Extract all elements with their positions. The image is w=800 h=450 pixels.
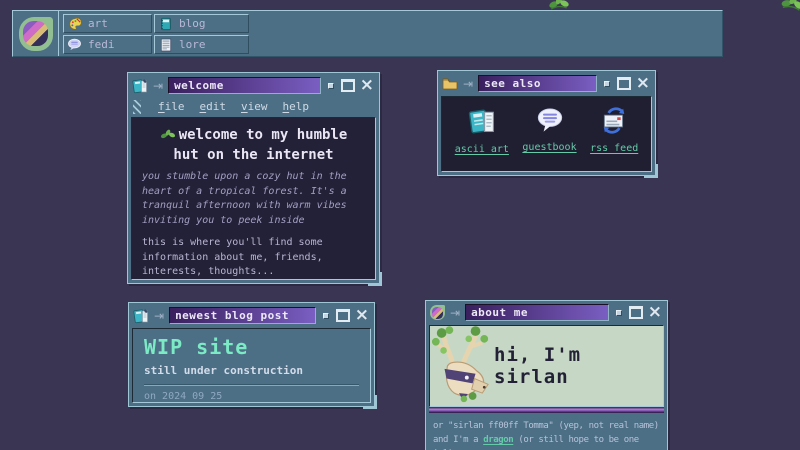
top-nav-bar: art blog fedi lore	[12, 10, 723, 57]
menu-edit[interactable]: edit	[200, 100, 227, 113]
notepad-icon	[133, 308, 149, 324]
welcome-intro-text: this is where you'll find some informati…	[142, 236, 365, 280]
window-title: newest blog post	[169, 307, 316, 324]
site-logo-icon	[19, 17, 53, 51]
blog-post-content: WIP site still under construction on 202…	[132, 328, 371, 403]
resize-handle[interactable]	[363, 395, 377, 409]
nav-label: lore	[179, 38, 206, 51]
nav-buttons: art blog fedi lore	[63, 14, 249, 56]
close-button[interactable]: ×	[648, 306, 662, 319]
about-titlebar[interactable]: ⇥ about me ×	[426, 301, 667, 324]
close-button[interactable]: ×	[636, 77, 650, 90]
link-rss-feed[interactable]: rss feed	[590, 107, 638, 154]
nav-label: art	[88, 17, 108, 30]
maximize-button[interactable]	[341, 79, 355, 92]
pin-icon[interactable]: ⇥	[463, 78, 473, 90]
nav-button-blog[interactable]: blog	[154, 14, 249, 33]
document-icon	[158, 37, 173, 52]
blog-post-date: on 2024 09 25	[144, 391, 359, 402]
about-line2-pre: and I'm a	[433, 435, 483, 445]
blog-titlebar[interactable]: ⇥ newest blog post ×	[129, 303, 374, 327]
close-button[interactable]: ×	[360, 79, 374, 92]
nav-button-art[interactable]: art	[63, 14, 152, 33]
welcome-titlebar[interactable]: ⇥ welcome ×	[128, 73, 379, 97]
maximize-button[interactable]	[617, 77, 631, 90]
link-ascii-art[interactable]: ascii art	[455, 107, 509, 155]
speech-bubble-icon	[536, 107, 564, 137]
palette-icon	[67, 16, 82, 31]
site-logo[interactable]	[13, 11, 59, 56]
about-banner: hi, I'm sirlan	[429, 325, 664, 407]
welcome-menubar: file edit view help	[128, 97, 379, 116]
maximize-button[interactable]	[629, 306, 643, 319]
window-title: see also	[478, 75, 597, 92]
dragon-avatar	[430, 325, 492, 407]
minimize-button[interactable]	[604, 81, 610, 87]
welcome-content: welcome to my humble hut on the internet…	[131, 117, 376, 280]
minimize-button[interactable]	[323, 313, 329, 319]
link-label: guestbook	[522, 142, 576, 153]
pin-icon[interactable]: ⇥	[450, 307, 460, 319]
divider	[144, 384, 359, 386]
notepad-icon	[132, 78, 148, 94]
chat-bubble-icon	[67, 37, 82, 52]
link-guestbook[interactable]: guestbook	[522, 107, 576, 153]
window-newest-blog-post: ⇥ newest blog post × WIP site still unde…	[128, 302, 375, 407]
about-heading: hi, I'm sirlan	[494, 344, 663, 388]
window-about-me: ⇥ about me ×	[425, 300, 668, 450]
pin-icon[interactable]: ⇥	[153, 80, 163, 92]
notepad-icon	[468, 107, 496, 139]
leaf-decoration-icon	[778, 0, 800, 20]
menu-view[interactable]: view	[241, 100, 268, 113]
herb-leaf-icon	[160, 129, 176, 145]
window-welcome: ⇥ welcome × file edit view help welcome …	[127, 72, 380, 284]
window-see-also: ⇥ see also × ascii art guestbook rss fee…	[437, 70, 656, 176]
site-logo-icon	[430, 305, 445, 320]
blog-post-title: WIP site	[144, 335, 359, 359]
dragon-link[interactable]: dragon	[483, 435, 513, 445]
welcome-story-text: you stumble upon a cozy hut in the heart…	[142, 170, 365, 228]
notebook-icon	[158, 16, 173, 31]
nav-label: blog	[179, 17, 206, 30]
menu-file[interactable]: file	[158, 100, 185, 113]
nav-button-lore[interactable]: lore	[154, 35, 249, 54]
blog-post-subtitle: still under construction	[144, 364, 359, 377]
link-label: rss feed	[590, 143, 638, 154]
menu-grip-handle[interactable]	[133, 100, 141, 114]
pin-icon[interactable]: ⇥	[154, 310, 164, 322]
menu-help[interactable]: help	[283, 100, 310, 113]
window-title: welcome	[168, 77, 321, 94]
folder-icon	[442, 76, 458, 92]
welcome-heading: welcome to my humble hut on the internet	[142, 126, 365, 164]
maximize-button[interactable]	[336, 309, 350, 322]
gradient-divider	[429, 407, 664, 414]
about-line1: or "sirlan ff00ff Tomma" (yep, not real …	[433, 421, 659, 431]
nav-label: fedi	[88, 38, 115, 51]
minimize-button[interactable]	[616, 310, 622, 316]
link-label: ascii art	[455, 144, 509, 155]
resize-handle[interactable]	[368, 272, 382, 286]
see-also-titlebar[interactable]: ⇥ see also ×	[438, 71, 655, 95]
about-text: or "sirlan ff00ff Tomma" (yep, not real …	[426, 413, 667, 450]
nav-button-fedi[interactable]: fedi	[63, 35, 152, 54]
minimize-button[interactable]	[328, 83, 334, 89]
close-button[interactable]: ×	[355, 309, 369, 322]
mail-feed-icon	[600, 107, 628, 138]
window-title: about me	[465, 304, 609, 321]
resize-handle[interactable]	[644, 164, 658, 178]
see-also-content: ascii art guestbook rss feed	[441, 96, 652, 172]
